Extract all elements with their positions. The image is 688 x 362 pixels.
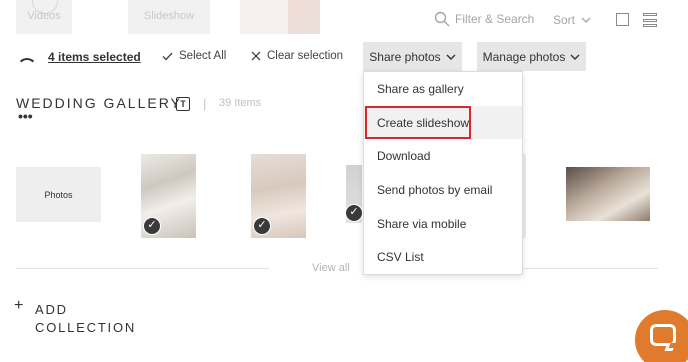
chevron-down-icon xyxy=(581,17,591,23)
selections-thumbnail xyxy=(288,0,320,34)
sort-dropdown[interactable]: Sort xyxy=(553,13,591,27)
menu-item-send-photos-by-email[interactable]: Send photos by email xyxy=(364,173,522,207)
selections-tile[interactable] xyxy=(240,0,320,34)
photo-thumbnail[interactable] xyxy=(566,167,650,221)
search-icon xyxy=(434,11,450,27)
select-all-button[interactable]: Select All xyxy=(162,50,226,62)
selected-check-icon[interactable]: ✓ xyxy=(253,217,271,235)
check-icon xyxy=(162,52,173,60)
photo-thumbnail[interactable]: ✓ xyxy=(141,154,196,238)
separator: | xyxy=(203,96,207,111)
menu-item-download[interactable]: Download xyxy=(364,139,522,173)
close-icon xyxy=(251,51,261,61)
photos-tile-label: Photos xyxy=(44,189,73,200)
menu-item-share-as-gallery[interactable]: Share as gallery xyxy=(364,72,522,106)
share-photos-button[interactable]: Share photos xyxy=(363,42,462,71)
search-control[interactable]: Filter & Search xyxy=(434,11,534,27)
items-selected-link[interactable]: 4 items selected xyxy=(48,50,141,64)
selected-check-icon[interactable]: ✓ xyxy=(143,217,161,235)
manage-photos-button[interactable]: Manage photos xyxy=(477,42,586,71)
videos-tile-label: Videos xyxy=(27,10,61,22)
photo-thumbnail[interactable]: ✓ xyxy=(251,154,306,238)
photo-thumbnail[interactable]: ✓ xyxy=(346,165,362,223)
gallery-title: WEDDING GALLERY xyxy=(16,95,182,111)
more-options-icon[interactable]: ••• xyxy=(18,109,33,123)
chevron-down-icon xyxy=(570,54,580,60)
list-view-icon[interactable] xyxy=(643,13,657,27)
manage-photos-label: Manage photos xyxy=(482,49,566,64)
divider xyxy=(16,268,269,269)
chat-button[interactable] xyxy=(635,310,688,362)
item-count: 39 Items xyxy=(219,97,262,109)
photos-collection-tile[interactable]: Photos xyxy=(16,167,101,222)
menu-item-csv-list[interactable]: CSV List xyxy=(364,240,522,274)
menu-item-share-via-mobile[interactable]: Share via mobile xyxy=(364,207,522,241)
single-view-icon[interactable] xyxy=(616,13,629,26)
slideshow-tile[interactable]: Slideshow xyxy=(128,0,210,34)
add-collection-button[interactable]: ADD COLLECTION xyxy=(35,301,155,337)
sort-label: Sort xyxy=(553,13,576,27)
chat-bubble-tail xyxy=(664,343,676,351)
chevron-down-icon xyxy=(446,54,456,60)
loading-spinner-icon xyxy=(17,58,37,78)
plus-icon[interactable]: + xyxy=(14,297,23,315)
share-photos-menu: Share as gallery Create slideshow Downlo… xyxy=(363,71,523,275)
share-photos-label: Share photos xyxy=(369,49,441,64)
menu-item-create-slideshow[interactable]: Create slideshow xyxy=(364,105,522,140)
videos-tile[interactable]: Videos xyxy=(16,0,72,34)
slideshow-tile-label: Slideshow xyxy=(143,10,195,22)
selected-check-icon[interactable]: ✓ xyxy=(346,204,362,222)
divider xyxy=(523,268,658,269)
view-all-link[interactable]: View all xyxy=(312,262,350,274)
text-icon[interactable]: T xyxy=(176,97,190,111)
select-all-label: Select All xyxy=(179,50,227,62)
search-placeholder: Filter & Search xyxy=(455,12,535,26)
clear-selection-label: Clear selection xyxy=(267,50,344,62)
clear-selection-button[interactable]: Clear selection xyxy=(251,50,343,62)
